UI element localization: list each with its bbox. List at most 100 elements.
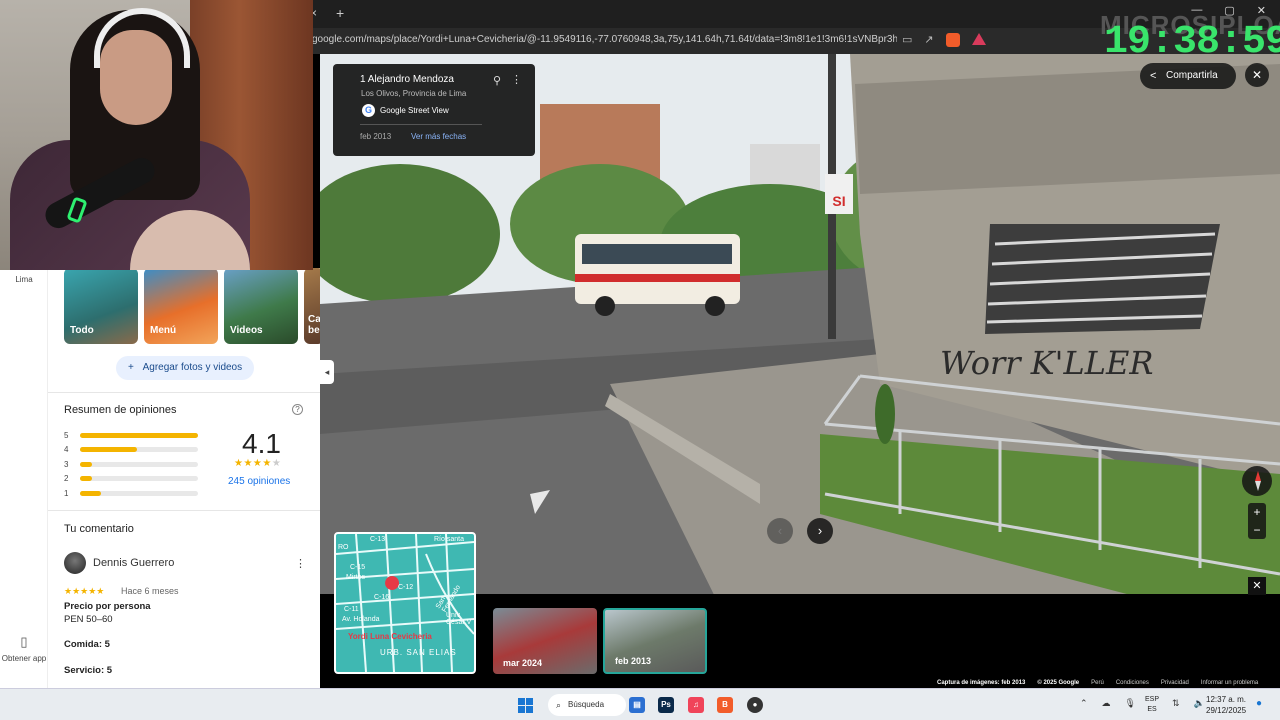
map-pin-icon[interactable]: ⚲	[493, 74, 501, 87]
rating-bar-fill	[80, 447, 137, 453]
minimap-place-label: Yordi Luna Cevicheria	[348, 632, 432, 641]
app-glyph: B	[722, 700, 728, 709]
review-menu-icon[interactable]: ⋮	[295, 557, 306, 570]
footer-link-country[interactable]: Perú	[1091, 680, 1104, 686]
stars-empty: ★	[271, 458, 282, 469]
rating-bar-row[interactable]: 1	[64, 486, 204, 501]
mic-icon[interactable]: 🎙	[1125, 698, 1136, 709]
notification-bell-icon[interactable]: ●	[1256, 698, 1262, 709]
zoom-out-button[interactable]: −	[1248, 521, 1266, 539]
show-hidden-icons-icon[interactable]: ⌃	[1080, 698, 1088, 709]
language-indicator[interactable]: ESP ES	[1145, 695, 1159, 715]
divider	[48, 510, 320, 511]
capture-date: feb 2013	[360, 132, 392, 141]
search-icon: ⌕	[556, 700, 562, 710]
rating-bar-row[interactable]: 4	[64, 443, 204, 458]
network-icon[interactable]: ⇅	[1172, 698, 1180, 709]
install-icon[interactable]: ▭	[902, 33, 912, 47]
add-photos-button[interactable]: + Agregar fotos y videos	[116, 356, 255, 380]
phone-icon[interactable]: ▯	[0, 634, 48, 650]
map-label: Río santa	[434, 536, 464, 543]
compass-icon[interactable]	[1242, 466, 1272, 496]
rating-bar-fill	[80, 490, 102, 496]
plus-icon: +	[128, 362, 134, 373]
photo-tile-more[interactable]: Ca be	[304, 268, 320, 344]
ratings-section-title: Resumen de opiniones	[64, 404, 177, 416]
photo-tile-label: Todo	[70, 325, 94, 336]
svg-text:Worr K'LLER: Worr K'LLER	[940, 344, 1153, 382]
food-score: Comida: 5	[64, 639, 110, 650]
cloud-icon[interactable]: ☁	[1102, 698, 1111, 709]
rail-label-lima[interactable]: Lima	[0, 275, 48, 284]
footer-link-report[interactable]: Informar un problema	[1201, 680, 1258, 686]
timeline-thumb-feb-2013[interactable]: feb 2013	[603, 608, 707, 674]
taskbar-time: 12:37 a. m.	[1206, 695, 1247, 704]
previous-photo-button[interactable]: ‹	[767, 518, 793, 544]
footer-link-privacy[interactable]: Privacidad	[1161, 680, 1189, 686]
reviews-count-link[interactable]: 245 opiniones	[228, 476, 290, 487]
photo-tile-menu[interactable]: Menú	[144, 268, 218, 344]
close-street-view-button[interactable]: ✕	[1245, 63, 1269, 87]
file-explorer-icon[interactable]: ▤	[629, 697, 645, 713]
brave-shield-icon[interactable]	[945, 33, 960, 47]
itunes-icon[interactable]: ♫	[688, 697, 704, 713]
divider	[48, 392, 320, 393]
see-more-dates-link[interactable]: Ver más fechas	[411, 132, 466, 141]
avatar[interactable]	[64, 552, 86, 574]
new-tab-button[interactable]: +	[336, 5, 344, 21]
share-page-icon[interactable]: ↗	[924, 33, 933, 47]
clock-area[interactable]: 12:37 a. m. 29/12/2025	[1206, 694, 1246, 716]
rating-bar-row[interactable]: 5	[64, 428, 204, 443]
map-label: Mirtos	[346, 574, 366, 581]
photoshop-icon[interactable]: Ps	[658, 697, 674, 713]
system-tray: ⌃ ☁ 🎙	[1080, 698, 1136, 709]
map-label: Univ César V	[446, 612, 472, 626]
close-timeline-button[interactable]: ✕	[1248, 577, 1266, 595]
service-score: Servicio: 5	[64, 665, 113, 676]
app-glyph: ▤	[633, 700, 641, 709]
obs-icon[interactable]: ●	[747, 697, 763, 713]
timeline-thumb-mar-2024[interactable]: mar 2024	[493, 608, 597, 674]
zoom-in-button[interactable]: +	[1248, 503, 1266, 521]
map-label: C-13	[370, 536, 386, 543]
windows-start-icon[interactable]	[518, 698, 533, 713]
footer-link-terms[interactable]: Condiciones	[1116, 680, 1149, 686]
help-icon[interactable]: ?	[292, 404, 303, 415]
map-label: Av. Holanda	[342, 616, 380, 623]
share-icon: <	[1150, 70, 1157, 82]
average-rating: 4.1	[242, 428, 281, 459]
price-label: Precio por persona	[64, 601, 151, 612]
price-value: PEN 50–60	[64, 614, 113, 625]
rating-bar-track	[80, 461, 198, 467]
rating-bar-row[interactable]: 2	[64, 472, 204, 487]
minimap[interactable]: RO C-13 C-15 Río santa Mirtos C-12 C-16 …	[334, 532, 476, 674]
stars-filled: ★★★★	[234, 458, 272, 469]
thumb-date-label: feb 2013	[615, 656, 652, 666]
thumb-date-label: mar 2024	[503, 658, 543, 668]
share-button[interactable]: < Compartirla	[1140, 63, 1236, 89]
get-app-link[interactable]: Obtener app	[0, 654, 48, 664]
minimap-district-label: URB. SAN ELIAS	[380, 648, 457, 657]
app-glyph: Ps	[661, 700, 671, 709]
map-footer: Captura de imágenes: feb 2013 © 2025 Goo…	[937, 680, 1258, 686]
taskbar-search[interactable]: ⌕ Búsqueda	[548, 694, 626, 716]
app-glyph: ●	[752, 700, 758, 709]
volume-icon[interactable]: 🔈	[1194, 698, 1205, 709]
photo-tile-videos[interactable]: Videos	[224, 268, 298, 344]
url-field[interactable]: google.com/maps/place/Yordi+Luna+Ceviche…	[312, 34, 897, 45]
location-title: 1 Alejandro Mendoza	[360, 74, 454, 85]
review-author[interactable]: Dennis Guerrero	[93, 557, 174, 569]
collapse-panel-button[interactable]: ◂	[320, 360, 334, 384]
map-label: RO	[338, 544, 349, 551]
capture-credit: Captura de imágenes: feb 2013	[937, 680, 1026, 686]
google-logo-icon: G	[362, 104, 375, 117]
rating-bar-star: 2	[64, 474, 69, 484]
next-photo-button[interactable]: ›	[807, 518, 833, 544]
photo-tile-todo[interactable]: Todo	[64, 268, 138, 344]
more-options-icon[interactable]: ⋮	[511, 73, 522, 86]
rating-bar-row[interactable]: 3	[64, 457, 204, 472]
brave-browser-icon[interactable]: B	[717, 697, 733, 713]
rating-bar-star: 3	[64, 459, 69, 469]
brave-rewards-icon[interactable]	[971, 33, 986, 45]
rating-bar-star: 4	[64, 445, 69, 455]
